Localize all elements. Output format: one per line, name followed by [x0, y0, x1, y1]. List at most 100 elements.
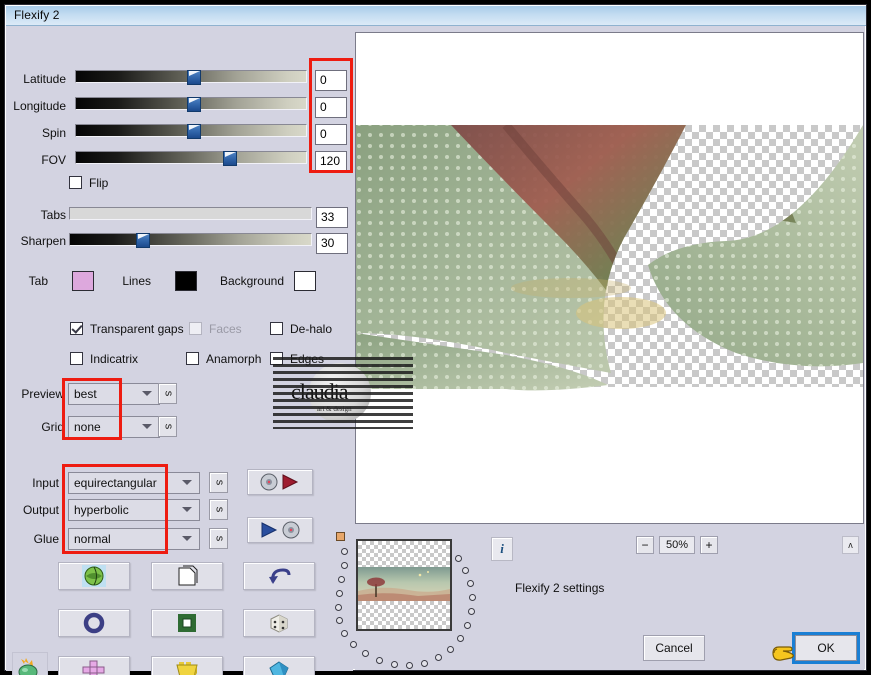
- cancel-button[interactable]: Cancel: [643, 635, 705, 661]
- color-label-lines: Lines: [122, 274, 151, 288]
- checkbox-flip[interactable]: [69, 176, 82, 189]
- slider-track-longitude[interactable]: [75, 97, 307, 112]
- selection-handle[interactable]: [336, 532, 345, 541]
- slider-thumb-spin[interactable]: [187, 124, 201, 139]
- input-s-button[interactable]: s: [209, 472, 228, 493]
- output-s-button[interactable]: s: [209, 499, 228, 520]
- value-spin[interactable]: 0: [315, 124, 347, 145]
- slider-thumb-latitude[interactable]: [187, 70, 201, 85]
- slider-label-longitude: Longitude: [13, 99, 66, 113]
- value-sharpen[interactable]: 30: [316, 233, 348, 254]
- controls-panel: Latitude 0 Longitude 0 Spin 0 FOV 120 Fl…: [6, 26, 353, 675]
- chevron-down-icon: [142, 391, 152, 396]
- checkbox-faces: [189, 322, 202, 335]
- save-settings-button[interactable]: [247, 517, 313, 543]
- zoom-level-value[interactable]: 50%: [659, 536, 695, 554]
- grid-s-label: s: [162, 423, 174, 430]
- source-thumbnail[interactable]: [356, 539, 452, 631]
- input-s-label: s: [213, 479, 225, 486]
- dice-preset-button[interactable]: [243, 609, 315, 637]
- slider-thumb-sharpen[interactable]: [136, 233, 150, 248]
- value-tabs[interactable]: 33: [316, 207, 348, 228]
- dice-icon: [270, 614, 288, 633]
- ring-preset-button[interactable]: [58, 609, 130, 637]
- checkbox-indicatrix[interactable]: [70, 352, 83, 365]
- checkbox-transparent-gaps[interactable]: [70, 322, 83, 335]
- globe-preset-button[interactable]: [58, 562, 130, 590]
- claudia-watermark: claudia art & design: [273, 357, 413, 429]
- preview-s-button[interactable]: s: [158, 383, 177, 404]
- gem-preset-button[interactable]: [243, 656, 315, 675]
- value-latitude[interactable]: 0: [315, 70, 347, 91]
- marquee-dot: [391, 661, 398, 668]
- select-input-value: equirectangular: [74, 476, 157, 490]
- select-grid-value: none: [74, 420, 101, 434]
- slider-track-spin[interactable]: [75, 124, 307, 139]
- color-swatch-background[interactable]: [294, 271, 316, 291]
- select-glue[interactable]: normal: [68, 528, 200, 550]
- value-longitude[interactable]: 0: [315, 97, 347, 118]
- slider-track-fov[interactable]: [75, 151, 307, 166]
- slider-track-tabs: [69, 207, 312, 220]
- color-swatch-lines[interactable]: [175, 271, 197, 291]
- chevron-down-icon: [142, 424, 152, 429]
- marquee-dot: [336, 617, 343, 624]
- hand-cursor-icon: [772, 646, 794, 661]
- frame-icon: [178, 614, 196, 632]
- value-fov[interactable]: 120: [315, 151, 347, 172]
- select-label-preview: Preview: [21, 387, 64, 401]
- reset-preset-button[interactable]: [243, 562, 315, 590]
- chevron-down-icon: [182, 480, 192, 485]
- gem-icon: [269, 661, 289, 675]
- collapse-button[interactable]: ʌ: [842, 536, 859, 554]
- select-label-glue: Glue: [33, 532, 59, 546]
- undo-arrow-icon: [269, 568, 291, 584]
- zoom-in-button[interactable]: +: [700, 536, 718, 554]
- checkbox-label-anamorph: Anamorph: [206, 352, 262, 366]
- checkbox-de-halo[interactable]: [270, 322, 283, 335]
- pages-preset-button[interactable]: [151, 562, 223, 590]
- frame-preset-button[interactable]: [151, 609, 223, 637]
- output-s-label: s: [213, 506, 225, 513]
- select-preview[interactable]: best: [68, 383, 160, 405]
- grid-s-button[interactable]: s: [158, 416, 177, 437]
- marquee-dot: [421, 660, 428, 667]
- info-button[interactable]: i: [491, 537, 513, 561]
- preview-canvas[interactable]: [355, 32, 864, 524]
- slider-track-latitude[interactable]: [75, 70, 307, 85]
- marquee-dot: [468, 608, 475, 615]
- flame-icon-button[interactable]: [12, 652, 48, 675]
- flame-icon: [18, 658, 38, 675]
- select-output[interactable]: hyperbolic: [68, 499, 200, 521]
- marquee-dot: [376, 657, 383, 664]
- slider-track-sharpen[interactable]: [69, 233, 312, 248]
- slider-label-spin: Spin: [41, 126, 66, 140]
- glue-s-button[interactable]: s: [209, 528, 228, 549]
- select-output-value: hyperbolic: [74, 503, 129, 517]
- zoom-out-button[interactable]: −: [636, 536, 654, 554]
- pages-icon: [178, 565, 198, 586]
- load-settings-button[interactable]: [247, 469, 313, 495]
- color-label-tab: Tab: [28, 274, 48, 288]
- select-label-output: Output: [22, 503, 59, 517]
- color-swatch-tab[interactable]: [72, 271, 94, 291]
- checkbox-label-transparent-gaps: Transparent gaps: [90, 322, 184, 336]
- status-message: Flexify 2 settings: [515, 581, 605, 595]
- select-grid[interactable]: none: [68, 416, 160, 438]
- select-preview-value: best: [74, 387, 97, 401]
- slider-thumb-longitude[interactable]: [187, 97, 201, 112]
- checkbox-anamorph[interactable]: [186, 352, 199, 365]
- render-seam-glow: [511, 278, 631, 298]
- cross-preset-button[interactable]: [58, 656, 130, 675]
- slider-thumb-fov[interactable]: [223, 151, 237, 166]
- checkbox-label-faces: Faces: [209, 322, 242, 336]
- globe-icon: [82, 565, 106, 587]
- checkbox-label-indicatrix: Indicatrix: [90, 352, 139, 366]
- projection-render: [356, 125, 863, 391]
- brick-preset-button[interactable]: [151, 656, 223, 675]
- marquee-dot: [469, 594, 476, 601]
- select-label-input: Input: [32, 476, 59, 490]
- marquee-dot: [350, 641, 357, 648]
- marquee-dot: [341, 630, 348, 637]
- select-input[interactable]: equirectangular: [68, 472, 200, 494]
